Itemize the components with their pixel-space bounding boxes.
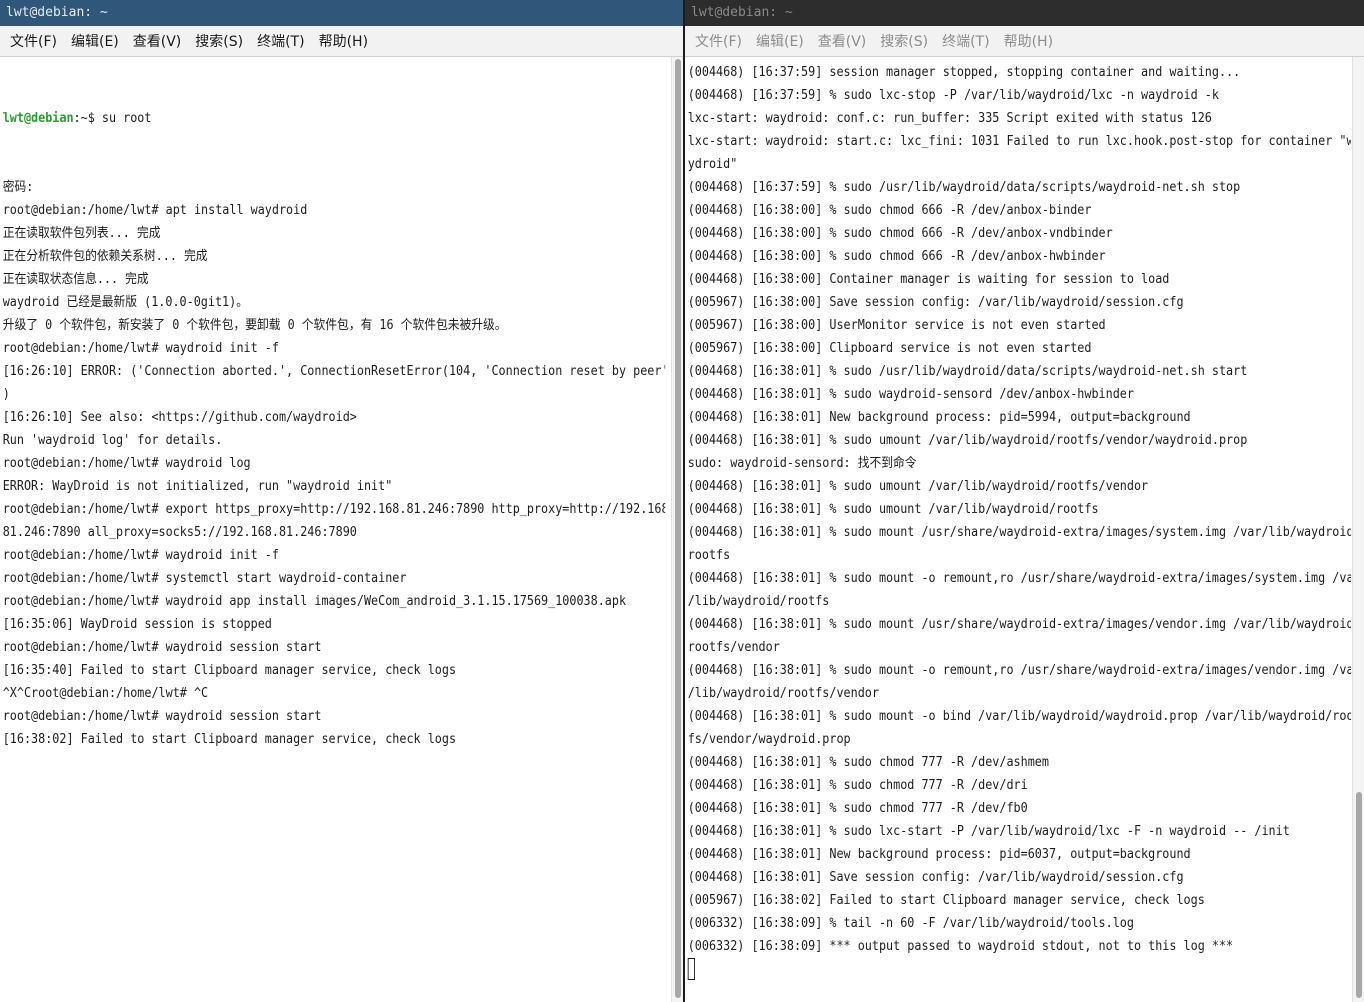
terminal-line: root@debian:/home/lwt# waydroid session … <box>2 709 322 724</box>
terminal-line: (004468) [16:38:01] % sudo chmod 777 -R … <box>687 778 1028 793</box>
menu-view[interactable]: 查看(V) <box>811 26 874 58</box>
terminal-line: (006332) [16:38:09] *** output passed to… <box>687 939 1234 954</box>
prompt-user: lwt@debian <box>2 111 74 126</box>
window-title: lwt@debian: ~ <box>685 0 1364 26</box>
terminal-line: (004468) [16:38:01] New background proce… <box>687 410 1191 425</box>
terminal-output[interactable]: lwt@debian:~$ su root 密码: root@debian:/ho… <box>0 57 665 1002</box>
menu-terminal[interactable]: 终端(T) <box>935 26 996 58</box>
terminal-line: lwt@debian:~$ su root <box>3 107 665 130</box>
terminal-line: sudo: waydroid-sensord: 找不到命令 <box>687 456 917 471</box>
terminal-line: [16:38:02] Failed to start Clipboard man… <box>2 732 457 747</box>
scrollbar[interactable] <box>671 57 683 1002</box>
scrollbar-thumb[interactable] <box>675 59 681 998</box>
terminal-line: ^X^Croot@debian:/home/lwt# ^C <box>2 686 209 701</box>
terminal-line: lxc-start: waydroid: conf.c: run_buffer:… <box>687 111 1212 126</box>
terminal-line: root@debian:/home/lwt# waydroid app inst… <box>2 594 627 609</box>
terminal-line: (004468) [16:38:01] % sudo chmod 777 -R … <box>687 755 1049 770</box>
menu-file[interactable]: 文件(F) <box>688 26 749 58</box>
terminal-output[interactable]: (004468) [16:37:59] session manager stop… <box>685 57 1351 1002</box>
terminal-line: (005967) [16:38:00] UserMonitor service … <box>687 318 1106 333</box>
scrollbar-thumb[interactable] <box>1356 792 1362 998</box>
terminal-line: root@debian:/home/lwt# export https_prox… <box>2 502 666 517</box>
menu-file[interactable]: 文件(F) <box>3 26 64 58</box>
terminal-line: [16:35:40] Failed to start Clipboard man… <box>2 663 457 678</box>
terminal-line: root@debian:/home/lwt# apt install waydr… <box>2 203 308 218</box>
terminal-line: (004468) [16:38:00] % sudo chmod 666 -R … <box>687 226 1113 241</box>
menu-view[interactable]: 查看(V) <box>126 26 189 58</box>
terminal-line: (004468) [16:38:01] New background proce… <box>687 847 1191 862</box>
menu-edit[interactable]: 编辑(E) <box>749 26 811 58</box>
terminal-line: (004468) [16:38:01] % sudo /usr/lib/wayd… <box>687 364 1248 379</box>
terminal-window-right[interactable]: lwt@debian: ~ 文件(F) 编辑(E) 查看(V) 搜索(S) 终端(T) 帮… <box>685 0 1364 1002</box>
terminal-line: (004468) [16:38:01] % sudo mount /usr/sh… <box>687 617 1352 632</box>
terminal-line: (004468) [16:38:01] % sudo waydroid-sens… <box>687 387 1134 402</box>
terminal-line: rootfs <box>687 548 731 563</box>
terminal-line: (004468) [16:38:00] Container manager is… <box>687 272 1170 287</box>
terminal-line: (004468) [16:37:59] % sudo /usr/lib/wayd… <box>687 180 1241 195</box>
terminal-line: /lib/waydroid/rootfs <box>687 594 830 609</box>
terminal-line: root@debian:/home/lwt# waydroid session … <box>2 640 322 655</box>
menu-bar: 文件(F) 编辑(E) 查看(V) 搜索(S) 终端(T) 帮助(H) <box>0 26 683 57</box>
menu-search[interactable]: 搜索(S) <box>873 26 935 58</box>
terminal-line: 密码: <box>2 180 34 195</box>
terminal-line: (005967) [16:38:00] Clipboard service is… <box>687 341 1092 356</box>
menu-terminal[interactable]: 终端(T) <box>250 26 311 58</box>
menu-edit[interactable]: 编辑(E) <box>64 26 126 58</box>
terminal-line: [16:26:10] ERROR: ('Connection aborted.'… <box>2 364 666 379</box>
terminal-line: (005967) [16:38:02] Failed to start Clip… <box>687 893 1205 908</box>
menu-help[interactable]: 帮助(H) <box>312 26 375 58</box>
terminal-line: 正在读取软件包列表... 完成 <box>2 226 161 241</box>
menu-help[interactable]: 帮助(H) <box>997 26 1060 58</box>
terminal-line: (004468) [16:38:00] % sudo chmod 666 -R … <box>687 249 1106 264</box>
terminal-line: root@debian:/home/lwt# waydroid init -f <box>2 341 279 356</box>
terminal-line: root@debian:/home/lwt# waydroid init -f <box>2 548 279 563</box>
terminal-line: [16:26:10] See also: <https://github.com… <box>2 410 357 425</box>
terminal-line: (006332) [16:38:09] % tail -n 60 -F /var… <box>687 916 1134 931</box>
terminal-line: (004468) [16:38:01] Save session config:… <box>687 870 1184 885</box>
scrollbar[interactable] <box>1352 57 1364 1002</box>
terminal-line: ) <box>2 387 10 402</box>
terminal-line: 升级了 0 个软件包，新安装了 0 个软件包，要卸载 0 个软件包，有 16 个… <box>2 318 507 333</box>
terminal-window-left[interactable]: lwt@debian: ~ 文件(F) 编辑(E) 查看(V) 搜索(S) 终端(T) 帮… <box>0 0 683 1002</box>
prompt-command: :~$ su root <box>73 111 152 126</box>
cursor-line <box>687 958 1351 981</box>
terminal-line: (004468) [16:38:00] % sudo chmod 666 -R … <box>687 203 1092 218</box>
terminal-line: lxc-start: waydroid: start.c: lxc_fini: … <box>687 134 1352 149</box>
terminal-line: 正在分析软件包的依赖关系树... 完成 <box>2 249 208 264</box>
terminal-line: fs/vendor/waydroid.prop <box>687 732 851 747</box>
terminal-line: (004468) [16:38:01] % sudo mount -o bind… <box>687 709 1352 724</box>
terminal-line: (004468) [16:38:01] % sudo chmod 777 -R … <box>687 801 1028 816</box>
terminal-line: (004468) [16:38:01] % sudo lxc-start -P … <box>687 824 1290 839</box>
terminal-line: (004468) [16:37:59] session manager stop… <box>687 65 1241 80</box>
terminal-line: root@debian:/home/lwt# waydroid log <box>2 456 251 471</box>
terminal-line: (004468) [16:38:01] % sudo umount /var/l… <box>687 433 1248 448</box>
terminal-line: (005967) [16:38:00] Save session config:… <box>687 295 1184 310</box>
terminal-line: /lib/waydroid/rootfs/vendor <box>687 686 879 701</box>
terminal-line: rootfs/vendor <box>687 640 780 655</box>
terminal-line: 正在读取状态信息... 完成 <box>2 272 149 287</box>
terminal-line: (004468) [16:37:59] % sudo lxc-stop -P /… <box>687 88 1219 103</box>
terminal-line: waydroid 已经是最新版 (1.0.0-0git1)。 <box>2 295 248 310</box>
terminal-line: ERROR: WayDroid is not initialized, run … <box>2 479 393 494</box>
terminal-line: ydroid" <box>687 157 738 172</box>
terminal-line: [16:35:06] WayDroid session is stopped <box>2 617 272 632</box>
terminal-line: (004468) [16:38:01] % sudo mount -o remo… <box>687 571 1352 586</box>
terminal-line: (004468) [16:38:01] % sudo umount /var/l… <box>687 479 1149 494</box>
terminal-line: (004468) [16:38:01] % sudo umount /var/l… <box>687 502 1099 517</box>
menu-search[interactable]: 搜索(S) <box>188 26 250 58</box>
terminal-line: (004468) [16:38:01] % sudo mount /usr/sh… <box>687 525 1352 540</box>
terminal-line: 81.246:7890 all_proxy=socks5://192.168.8… <box>2 525 357 540</box>
text-cursor <box>687 958 695 980</box>
menu-bar: 文件(F) 编辑(E) 查看(V) 搜索(S) 终端(T) 帮助(H) <box>685 26 1364 57</box>
terminal-line: root@debian:/home/lwt# systemctl start w… <box>2 571 407 586</box>
terminal-line: Run 'waydroid log' for details. <box>2 433 223 448</box>
terminal-line: (004468) [16:38:01] % sudo mount -o remo… <box>687 663 1352 678</box>
window-title: lwt@debian: ~ <box>0 0 683 26</box>
